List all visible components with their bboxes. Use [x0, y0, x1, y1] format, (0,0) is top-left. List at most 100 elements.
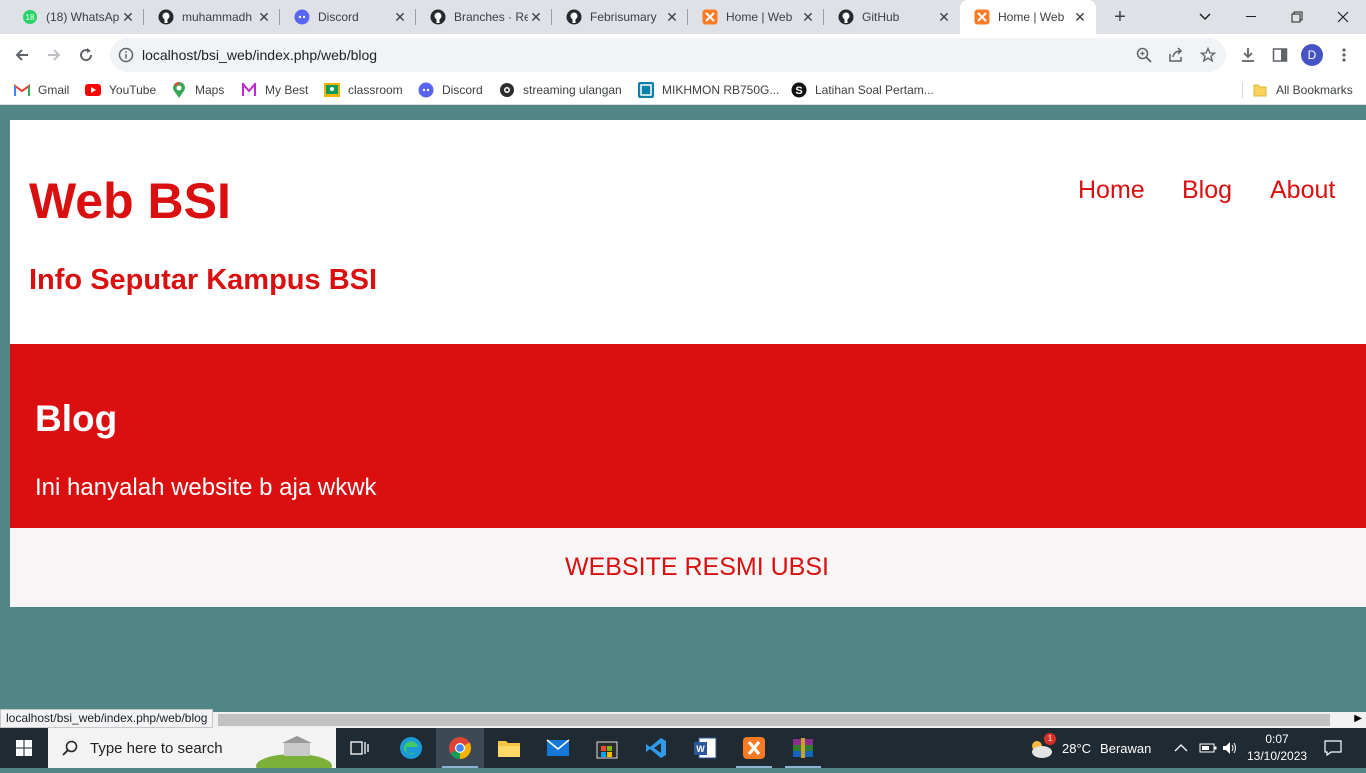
- bookmark-label: Discord: [442, 83, 483, 97]
- whatsapp-icon: 18: [22, 9, 38, 25]
- reload-button[interactable]: [72, 41, 100, 69]
- forward-button[interactable]: [40, 41, 68, 69]
- new-tab-button[interactable]: +: [1108, 5, 1132, 29]
- github-icon: [566, 9, 582, 25]
- search-highlight-image: [256, 734, 332, 773]
- chrome-icon[interactable]: [436, 728, 484, 768]
- close-window-button[interactable]: [1320, 0, 1366, 34]
- bookmark-mybest[interactable]: My Best: [241, 82, 308, 98]
- bookmarks-divider: [1242, 82, 1243, 98]
- vscode-icon[interactable]: [632, 728, 680, 768]
- scrollbar-thumb[interactable]: [218, 714, 1330, 726]
- close-icon[interactable]: ✕: [1072, 9, 1088, 26]
- task-view-icon[interactable]: [336, 728, 384, 768]
- close-icon[interactable]: ✕: [800, 9, 816, 26]
- start-button[interactable]: [0, 728, 48, 768]
- side-panel-icon[interactable]: [1266, 41, 1294, 69]
- bookmark-star-icon[interactable]: [1196, 43, 1220, 67]
- zoom-icon[interactable]: [1132, 43, 1156, 67]
- scroll-right-arrow-icon[interactable]: ▶: [1354, 713, 1362, 724]
- mikhmon-icon: [638, 82, 654, 98]
- nav-home-link[interactable]: Home: [1078, 176, 1145, 205]
- tab-title: GitHub: [862, 10, 900, 24]
- tab-whatsapp[interactable]: 18 (18) WhatsApp ✕: [8, 0, 144, 34]
- volume-icon[interactable]: [1222, 728, 1238, 768]
- site-info-icon[interactable]: [118, 47, 134, 68]
- back-button[interactable]: [8, 41, 36, 69]
- bookmark-youtube[interactable]: YouTube: [85, 82, 156, 98]
- close-icon[interactable]: ✕: [528, 9, 544, 26]
- tab-title: Home | Web: [726, 10, 793, 24]
- maps-icon: [171, 82, 187, 98]
- close-icon[interactable]: ✕: [256, 9, 272, 26]
- bookmark-mikhmon[interactable]: MIKHMON RB750G...: [638, 82, 779, 98]
- download-icon[interactable]: [1234, 41, 1262, 69]
- taskbar-search[interactable]: Type here to search: [48, 728, 336, 773]
- bookmark-streaming[interactable]: streaming ulangan: [499, 82, 622, 98]
- tab-discord[interactable]: Discord ✕: [280, 0, 416, 34]
- github-icon: [838, 9, 854, 25]
- bookmark-label: Gmail: [38, 83, 70, 97]
- globe-icon: [499, 82, 515, 98]
- edge-icon[interactable]: [387, 728, 435, 768]
- battery-icon[interactable]: [1199, 728, 1217, 768]
- tab-github-febri[interactable]: Febrisumary ✕: [552, 0, 688, 34]
- close-icon[interactable]: ✕: [392, 9, 408, 26]
- minimize-button[interactable]: [1228, 0, 1274, 34]
- mybest-icon: [241, 82, 257, 98]
- address-bar[interactable]: localhost/bsi_web/index.php/web/blog: [110, 38, 1226, 72]
- tab-badge: 18: [26, 13, 35, 22]
- bookmark-label: Latihan Soal Pertam...: [815, 83, 934, 97]
- page-viewport: Web BSI Info Seputar Kampus BSI Home Blo…: [0, 105, 1366, 712]
- tab-search-chevron-icon[interactable]: [1182, 0, 1228, 34]
- discord-icon: [418, 82, 434, 98]
- tab-strip: 18 (18) WhatsApp ✕ muhammadh ✕ Discord ✕…: [0, 0, 1366, 34]
- bookmark-latihan[interactable]: S Latihan Soal Pertam...: [791, 82, 934, 98]
- close-icon[interactable]: ✕: [120, 9, 136, 26]
- tab-github-muhammad[interactable]: muhammadh ✕: [144, 0, 280, 34]
- tab-title: Branches · Re: [454, 10, 528, 24]
- show-hidden-icons-icon[interactable]: [1174, 728, 1188, 768]
- xampp-icon: [974, 9, 990, 25]
- nav-blog-link[interactable]: Blog: [1182, 176, 1232, 205]
- tab-title: Febrisumary: [590, 10, 657, 24]
- weather-widget[interactable]: 1 28°C Berawan: [1028, 728, 1151, 768]
- svg-text:W: W: [696, 744, 705, 754]
- all-bookmarks[interactable]: All Bookmarks: [1252, 82, 1353, 98]
- tab-github-branches[interactable]: Branches · Re ✕: [416, 0, 552, 34]
- close-icon[interactable]: ✕: [664, 9, 680, 26]
- restore-button[interactable]: [1274, 0, 1320, 34]
- winrar-icon[interactable]: [779, 728, 827, 768]
- share-icon[interactable]: [1164, 43, 1188, 67]
- tab-github[interactable]: GitHub ✕: [824, 0, 960, 34]
- bookmark-discord[interactable]: Discord: [418, 82, 483, 98]
- tab-home-web-active[interactable]: Home | Web ✕: [960, 0, 1096, 34]
- hero-section: Blog Ini hanyalah website b aja wkwk: [10, 344, 1366, 528]
- tab-title: Discord: [318, 10, 359, 24]
- word-icon[interactable]: W: [681, 728, 729, 768]
- bookmark-gmail[interactable]: Gmail: [14, 82, 69, 98]
- file-explorer-icon[interactable]: [485, 728, 533, 768]
- address-url[interactable]: localhost/bsi_web/index.php/web/blog: [142, 47, 377, 63]
- nav-about-link[interactable]: About: [1270, 176, 1335, 205]
- folder-icon: [1252, 82, 1268, 98]
- tab-home-web[interactable]: Home | Web ✕: [688, 0, 824, 34]
- site-footer: WEBSITE RESMI UBSI: [10, 528, 1366, 607]
- profile-avatar[interactable]: D: [1301, 44, 1323, 66]
- bookmark-maps[interactable]: Maps: [171, 82, 224, 98]
- notification-icon[interactable]: [1324, 728, 1342, 768]
- hero-text: Ini hanyalah website b aja wkwk: [35, 474, 377, 501]
- xampp-icon[interactable]: [730, 728, 778, 768]
- github-icon: [430, 9, 446, 25]
- bookmark-classroom[interactable]: classroom: [324, 82, 403, 98]
- browser-toolbar: localhost/bsi_web/index.php/web/blog D: [0, 34, 1366, 76]
- weather-cloud-icon: 1: [1028, 733, 1056, 759]
- bookmarks-bar: Gmail YouTube Maps My Best classroom Dis…: [0, 76, 1366, 105]
- tab-title: (18) WhatsApp: [46, 10, 120, 24]
- close-icon[interactable]: ✕: [936, 9, 952, 26]
- store-icon[interactable]: [583, 728, 631, 768]
- mail-icon[interactable]: [534, 728, 582, 768]
- xampp-icon: [702, 9, 718, 25]
- menu-kebab-icon[interactable]: [1330, 41, 1358, 69]
- taskbar-clock[interactable]: 0:07 13/10/2023: [1247, 731, 1307, 765]
